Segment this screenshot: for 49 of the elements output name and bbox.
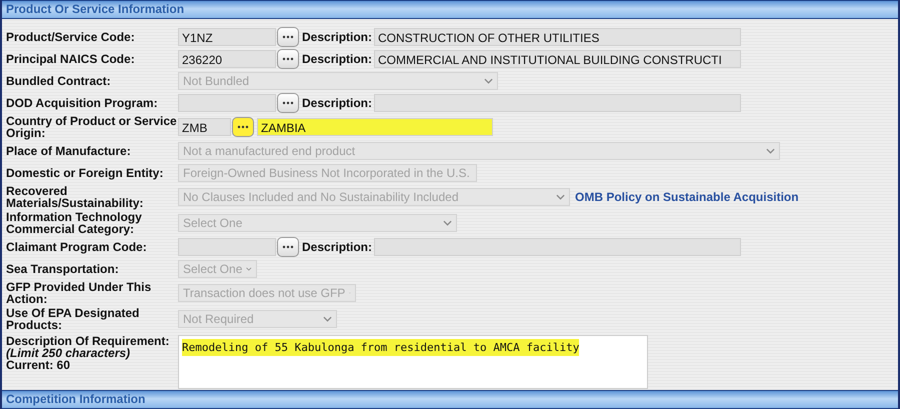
code-field[interactable] xyxy=(178,94,276,112)
ellipsis-icon xyxy=(282,57,294,61)
ellipsis-icon xyxy=(282,245,294,249)
lookup-button[interactable] xyxy=(277,93,299,113)
field-label: Sea Transportation: xyxy=(6,263,120,275)
field-label: Principal NAICS Code: xyxy=(6,53,136,65)
field-label: DOD Acquisition Program: xyxy=(6,97,159,109)
field-label: Use Of EPA Designated Products: xyxy=(6,307,140,331)
field-label: Country of Product or Service Origin: xyxy=(6,115,178,139)
character-count: Current: 60 xyxy=(6,359,70,371)
field-label: Claimant Program Code: xyxy=(6,241,148,253)
description-field[interactable]: COMMERCIAL AND INSTITUTIONAL BUILDING CONSTRUCTI xyxy=(374,50,742,68)
chevron-icon xyxy=(246,266,252,272)
description-field[interactable] xyxy=(374,94,742,112)
ellipsis-icon xyxy=(282,101,294,105)
chevron-icon xyxy=(484,78,493,84)
chevron-icon xyxy=(323,316,332,322)
lookup-button[interactable] xyxy=(277,49,299,69)
field-label: Product/Service Code: xyxy=(6,31,136,43)
lookup-button[interactable] xyxy=(277,237,299,257)
field-label: GFP Provided Under This Action: xyxy=(6,281,152,305)
code-field[interactable]: Y1NZ xyxy=(178,28,276,46)
code-field[interactable] xyxy=(178,238,276,256)
description-field[interactable] xyxy=(374,238,742,256)
ellipsis-icon xyxy=(237,125,249,129)
field-label: Bundled Contract: xyxy=(6,75,112,87)
text-area[interactable]: Remodeling of 55 Kabulonga from residential to AMCA facility xyxy=(178,335,648,389)
description-label: Description: xyxy=(302,96,372,110)
chevron-icon xyxy=(443,220,452,226)
field-label: Description Of Requirement: xyxy=(6,335,170,347)
field-label: Recovered Materials/Sustainability: xyxy=(6,185,144,209)
ellipsis-icon xyxy=(282,35,294,39)
field-note: (Limit 250 characters) xyxy=(6,347,130,359)
code-field[interactable]: 236220 xyxy=(178,50,276,68)
field-label: Domestic or Foreign Entity: xyxy=(6,167,164,179)
chevron-icon xyxy=(556,194,565,200)
section-header: Competition Information xyxy=(2,390,898,409)
description-field[interactable]: CONSTRUCTION OF OTHER UTILITIES xyxy=(374,28,742,46)
description-label: Description: xyxy=(302,52,372,66)
description-label: Description: xyxy=(302,30,372,44)
lookup-button[interactable] xyxy=(232,117,254,137)
chevron-icon xyxy=(766,148,775,154)
field-label: Information Technology Commercial Category: xyxy=(6,211,143,235)
code-field[interactable]: ZMB xyxy=(178,118,231,136)
description-field[interactable]: ZAMBIA xyxy=(257,118,493,136)
lookup-button[interactable] xyxy=(277,27,299,47)
description-label: Description: xyxy=(302,240,372,254)
field-label: Place of Manufacture: xyxy=(6,145,132,157)
section-header: Product Or Service Information xyxy=(2,0,898,19)
